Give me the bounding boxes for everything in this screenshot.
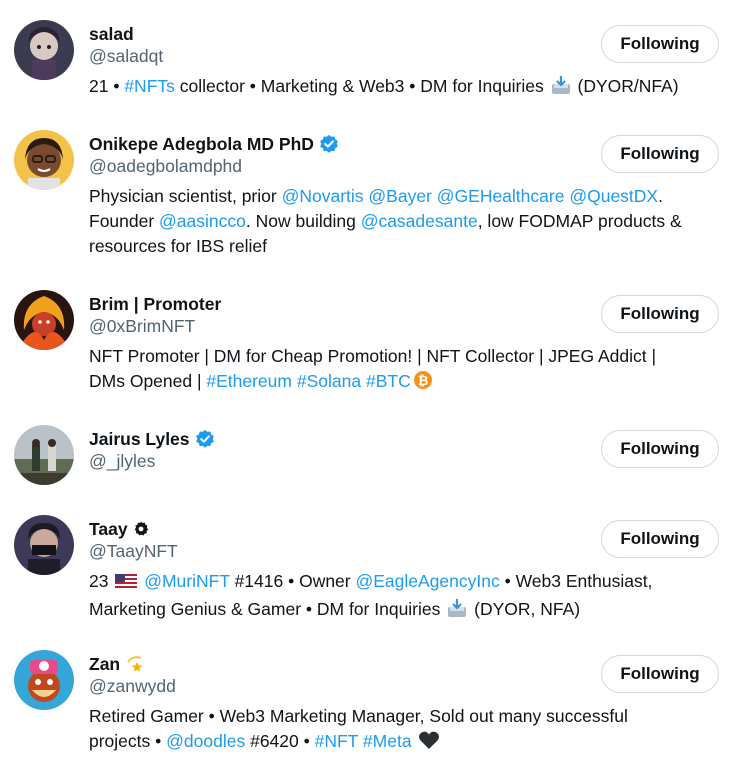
hashtag-link[interactable]: #NFT (315, 731, 358, 751)
hashtag-link[interactable]: #Meta (363, 731, 412, 751)
hashtag-link[interactable]: #Ethereum (206, 371, 292, 391)
mention-link[interactable]: @aasincco (159, 211, 246, 231)
user-name[interactable]: Taay (89, 517, 149, 541)
avatar-image (14, 515, 74, 575)
dizzy-star-icon (125, 654, 147, 674)
avatar[interactable] (14, 290, 74, 350)
following-button[interactable]: Following (601, 295, 719, 333)
avatar-image (14, 650, 74, 710)
user-name[interactable]: Jairus Lyles (89, 427, 215, 451)
user-bio: Retired Gamer • Web3 Marketing Manager, … (89, 704, 724, 757)
verified-icon (319, 134, 339, 154)
mention-link[interactable]: @EagleAgencyInc (355, 571, 499, 591)
user-bio: 21 • #NFTs collector • Marketing & Web3 … (89, 74, 724, 102)
avatar-image (14, 130, 74, 190)
user-bio: NFT Promoter | DM for Cheap Promotion! |… (89, 344, 724, 397)
avatar[interactable] (14, 515, 74, 575)
mention-link[interactable]: @MuriNFT (144, 571, 230, 591)
following-button[interactable]: Following (601, 520, 719, 558)
mention-link[interactable]: @doodles (166, 731, 245, 751)
user-handle[interactable]: @oadegbolamdphd (89, 156, 242, 177)
avatar-image (14, 290, 74, 350)
user-name[interactable]: Onikepe Adegbola MD PhD (89, 132, 339, 156)
following-button[interactable]: Following (601, 135, 719, 173)
user-handle[interactable]: @saladqt (89, 46, 163, 67)
user-handle[interactable]: @TaayNFT (89, 541, 178, 562)
mention-link[interactable]: @QuestDX (569, 186, 658, 206)
mention-link[interactable]: @GEHealthcare (437, 186, 565, 206)
us-flag-icon (115, 572, 138, 597)
following-button[interactable]: Following (601, 655, 719, 693)
mention-link[interactable]: @Bayer (368, 186, 431, 206)
bitcoin-icon: ₿ (413, 370, 433, 397)
avatar[interactable] (14, 425, 74, 485)
user-name[interactable]: Zan (89, 652, 147, 676)
user-name[interactable]: salad (89, 22, 134, 46)
hashtag-link[interactable]: #NFTs (124, 76, 175, 96)
avatar-image (14, 20, 74, 80)
user-name[interactable]: Brim | Promoter (89, 292, 221, 316)
inbox-tray-icon (447, 598, 467, 625)
user-handle[interactable]: @0xBrimNFT (89, 316, 195, 337)
inbox-tray-icon (551, 75, 571, 102)
avatar[interactable] (14, 130, 74, 190)
svg-text:₿: ₿ (417, 374, 428, 389)
gear-badge-icon (133, 521, 149, 537)
verified-icon (195, 429, 215, 449)
user-handle[interactable]: @_jlyles (89, 451, 155, 472)
hashtag-link[interactable]: #BTC (366, 371, 411, 391)
user-bio: Physician scientist, prior @Novartis @Ba… (89, 186, 682, 256)
hashtag-link[interactable]: #Solana (297, 371, 361, 391)
avatar[interactable] (14, 650, 74, 710)
avatar-image (14, 425, 74, 485)
avatar[interactable] (14, 20, 74, 80)
following-button[interactable]: Following (601, 25, 719, 63)
mention-link[interactable]: @Novartis (282, 186, 364, 206)
user-bio: 23 @MuriNFT #1416 • Owner @EagleAgencyIn… (89, 569, 724, 625)
following-button[interactable]: Following (601, 430, 719, 468)
user-handle[interactable]: @zanwydd (89, 676, 176, 697)
mention-link[interactable]: @casadesante (361, 211, 478, 231)
black-heart-icon (418, 730, 440, 757)
